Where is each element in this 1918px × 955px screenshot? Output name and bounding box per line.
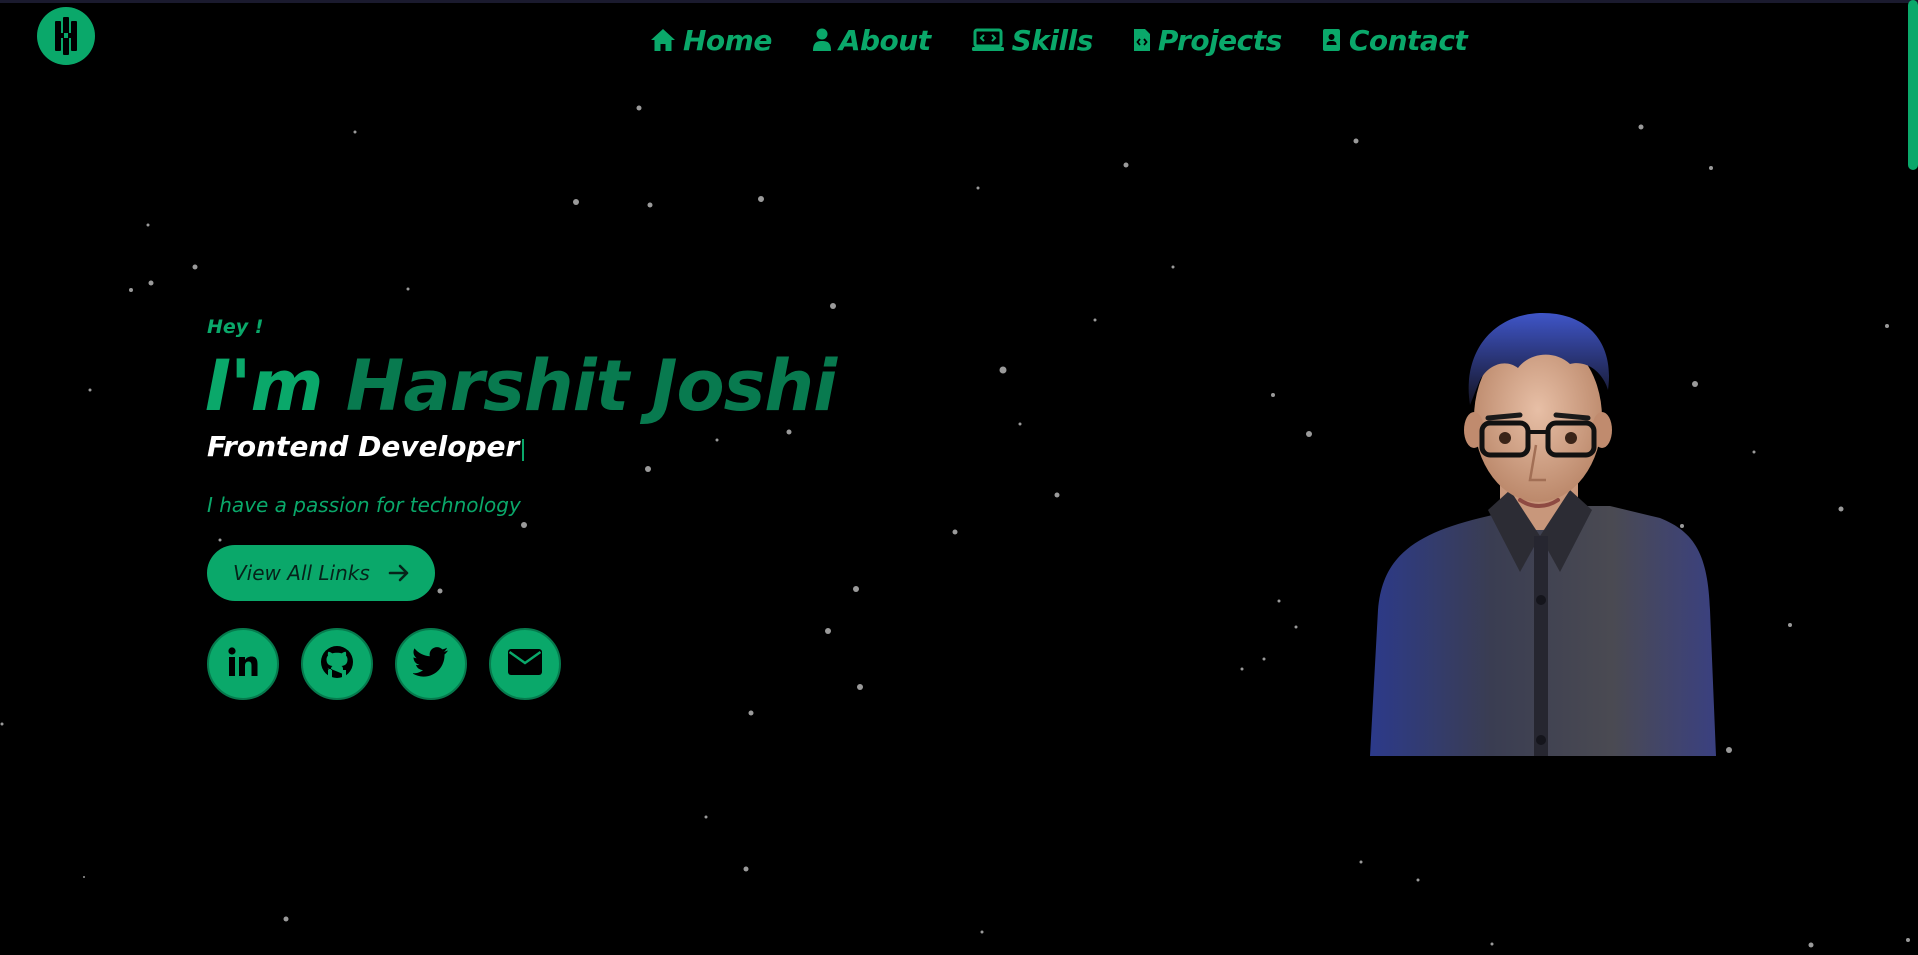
typing-caret [522, 439, 525, 461]
view-all-links-button[interactable]: View All Links [207, 545, 435, 601]
nav-skills[interactable]: Skills [971, 24, 1093, 57]
laptop-code-icon [971, 28, 1005, 52]
3d-avatar-image [1370, 312, 1716, 756]
nav-projects[interactable]: Projects [1133, 24, 1282, 57]
greeting-text: Hey ! [207, 316, 264, 338]
nav-projects-label: Projects [1157, 23, 1282, 57]
tagline: I have a passion for technology [207, 493, 521, 517]
user-icon [812, 28, 832, 52]
role-text: Frontend Developer [207, 430, 520, 463]
view-all-links-label: View All Links [233, 561, 370, 585]
address-book-icon [1322, 28, 1342, 52]
headline-name: Harshit Joshi [345, 345, 837, 427]
scrollbar-thumb[interactable] [1908, 0, 1918, 170]
nav-home-label: Home [683, 23, 772, 57]
twitter-button[interactable] [395, 628, 467, 700]
nav-contact[interactable]: Contact [1322, 23, 1468, 57]
nav-about[interactable]: About [812, 24, 931, 57]
linkedin-button[interactable] [207, 628, 279, 700]
linkedin-icon [226, 645, 260, 683]
github-button[interactable] [301, 628, 373, 700]
nav-contact-label: Contact [1348, 23, 1468, 57]
home-icon [650, 28, 676, 52]
arrow-right-icon [388, 563, 410, 583]
nav-about-label: About [838, 23, 931, 57]
headline-im: I'm [205, 345, 323, 427]
social-links [207, 628, 583, 700]
site-logo[interactable] [37, 7, 95, 65]
main-nav: Home About Skills Projects Contact [650, 18, 1507, 62]
file-code-icon [1133, 28, 1151, 52]
nav-skills-label: Skills [1011, 23, 1094, 57]
logo-h-icon [55, 17, 77, 55]
nav-home[interactable]: Home [650, 24, 772, 57]
twitter-icon [412, 647, 449, 681]
hero-headline: I'm Harshit Joshi [205, 344, 837, 428]
github-icon [319, 644, 355, 684]
email-button[interactable] [489, 628, 561, 700]
role-typewriter: Frontend Developer [207, 430, 525, 463]
envelope-icon [508, 649, 542, 679]
